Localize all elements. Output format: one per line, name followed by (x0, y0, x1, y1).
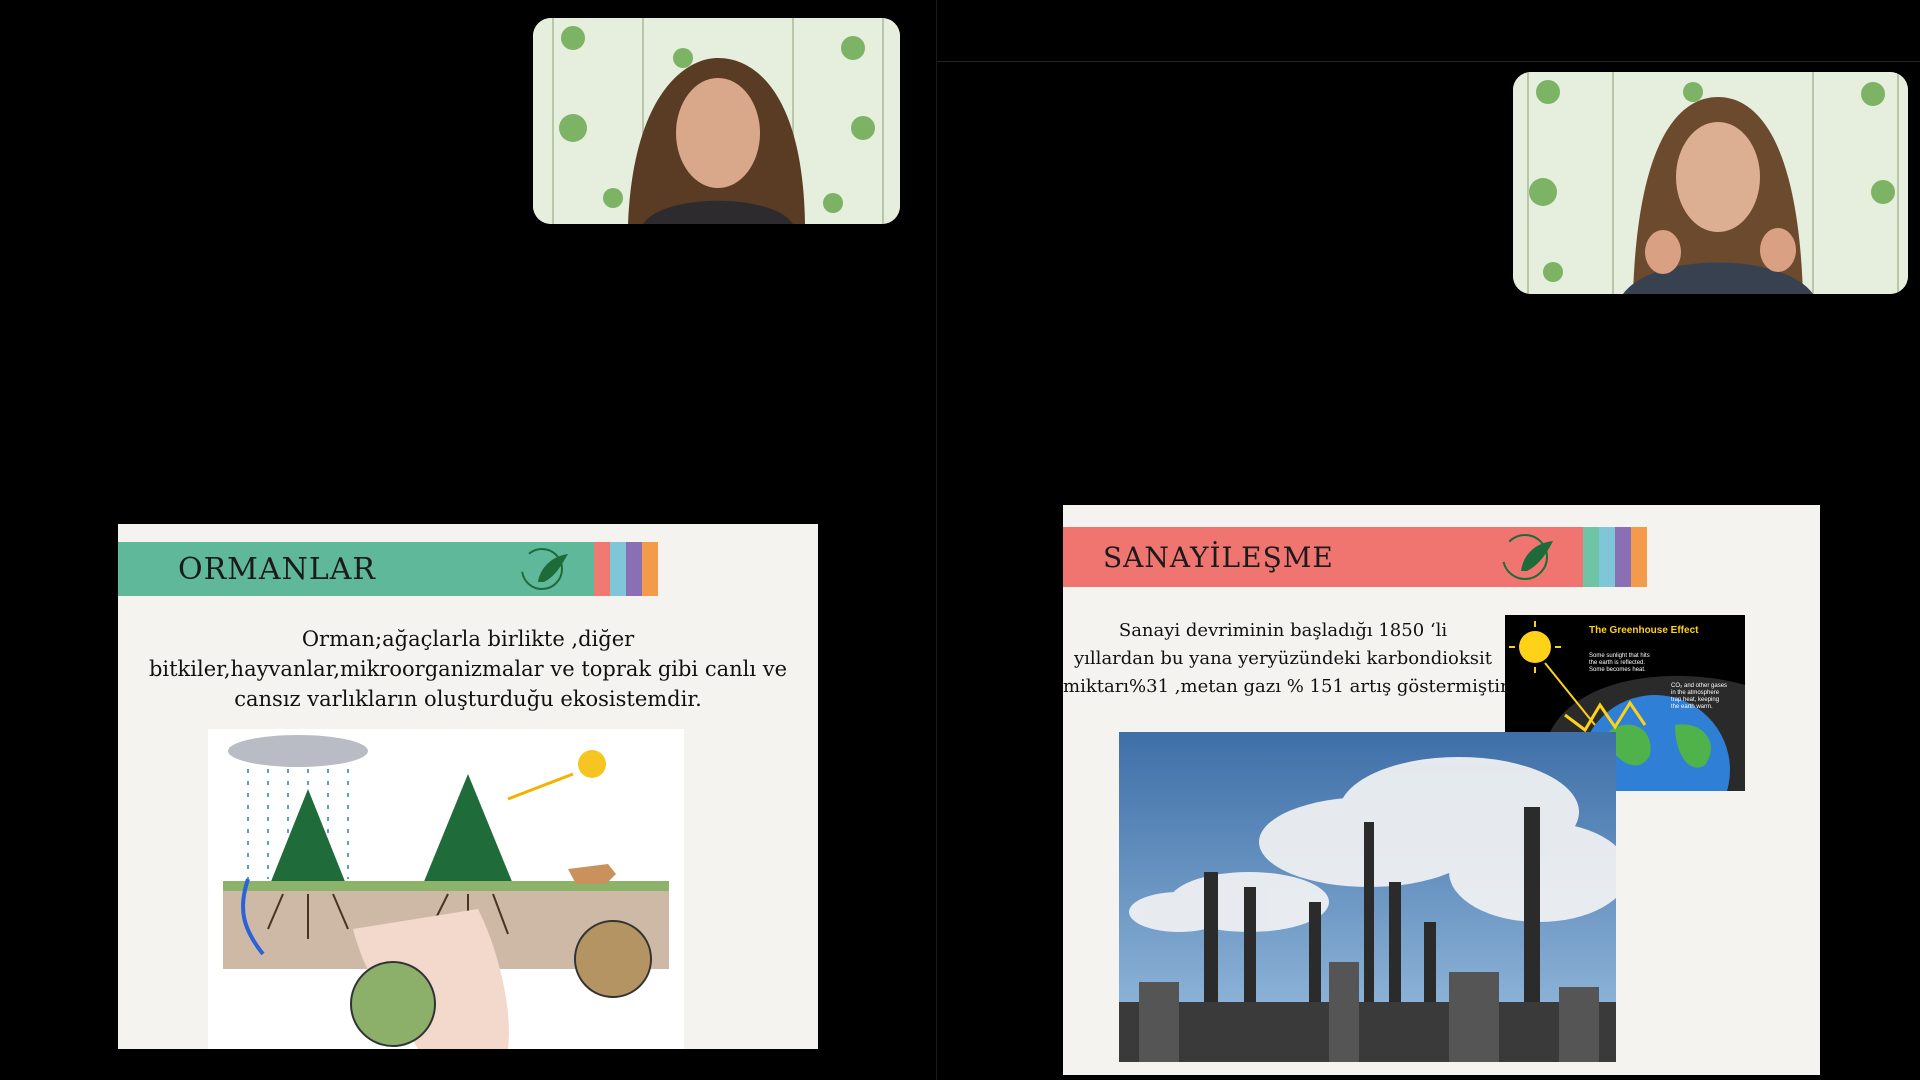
slide-sanayilesme: SANAYİLEŞME Sanayi devriminin başladığı … (1063, 505, 1820, 1075)
body-line: miktarı%31 ,metan gazı % 151 artış göste… (1063, 676, 1513, 697)
slide-title: ORMANLAR (178, 551, 376, 587)
body-line: yıllardan bu yana yeryüzündeki karbondio… (1074, 648, 1492, 669)
greenhouse-heading: The Greenhouse Effect (1589, 625, 1699, 636)
participant-video-right[interactable] (1513, 72, 1908, 294)
slide-title-band: ORMANLAR (118, 542, 658, 596)
greenhouse-note-1: Some sunlight that hits the earth is ref… (1589, 653, 1650, 673)
body-line: cansız varlıkların oluşturduğu ekosistem… (234, 687, 702, 711)
body-line: bitkiler,hayvanlar,mikroorganizmalar ve … (148, 657, 788, 681)
slide-ormanlar: ORMANLAR Orman;ağaçlarla birlikte ,diğer… (118, 524, 818, 1049)
foundation-logo-icon (521, 548, 568, 590)
industrial-smokestacks-photo (1119, 732, 1616, 1062)
color-stripes (1583, 527, 1647, 587)
slide-title-band: SANAYİLEŞME (1063, 527, 1647, 587)
forest-ecosystem-illustration (208, 729, 684, 1049)
slide-body-text: Orman;ağaçlarla birlikte ,diğer bitkiler… (118, 624, 818, 714)
top-separator (937, 61, 1920, 62)
pane-divider (936, 0, 937, 1080)
color-stripes (594, 542, 658, 596)
foundation-logo-icon (1502, 534, 1553, 580)
slide-title: SANAYİLEŞME (1103, 540, 1334, 574)
greenhouse-note-2: CO₂ and other gases in the atmosphere tr… (1671, 683, 1728, 710)
slide-body-text: Sanayi devriminin başladığı 1850 ‘li yıl… (1063, 617, 1513, 701)
body-line: Orman;ağaçlarla birlikte ,diğer (301, 627, 635, 651)
participant-video-left[interactable] (533, 18, 900, 224)
body-line: Sanayi devriminin başladığı 1850 ‘li (1118, 620, 1448, 641)
